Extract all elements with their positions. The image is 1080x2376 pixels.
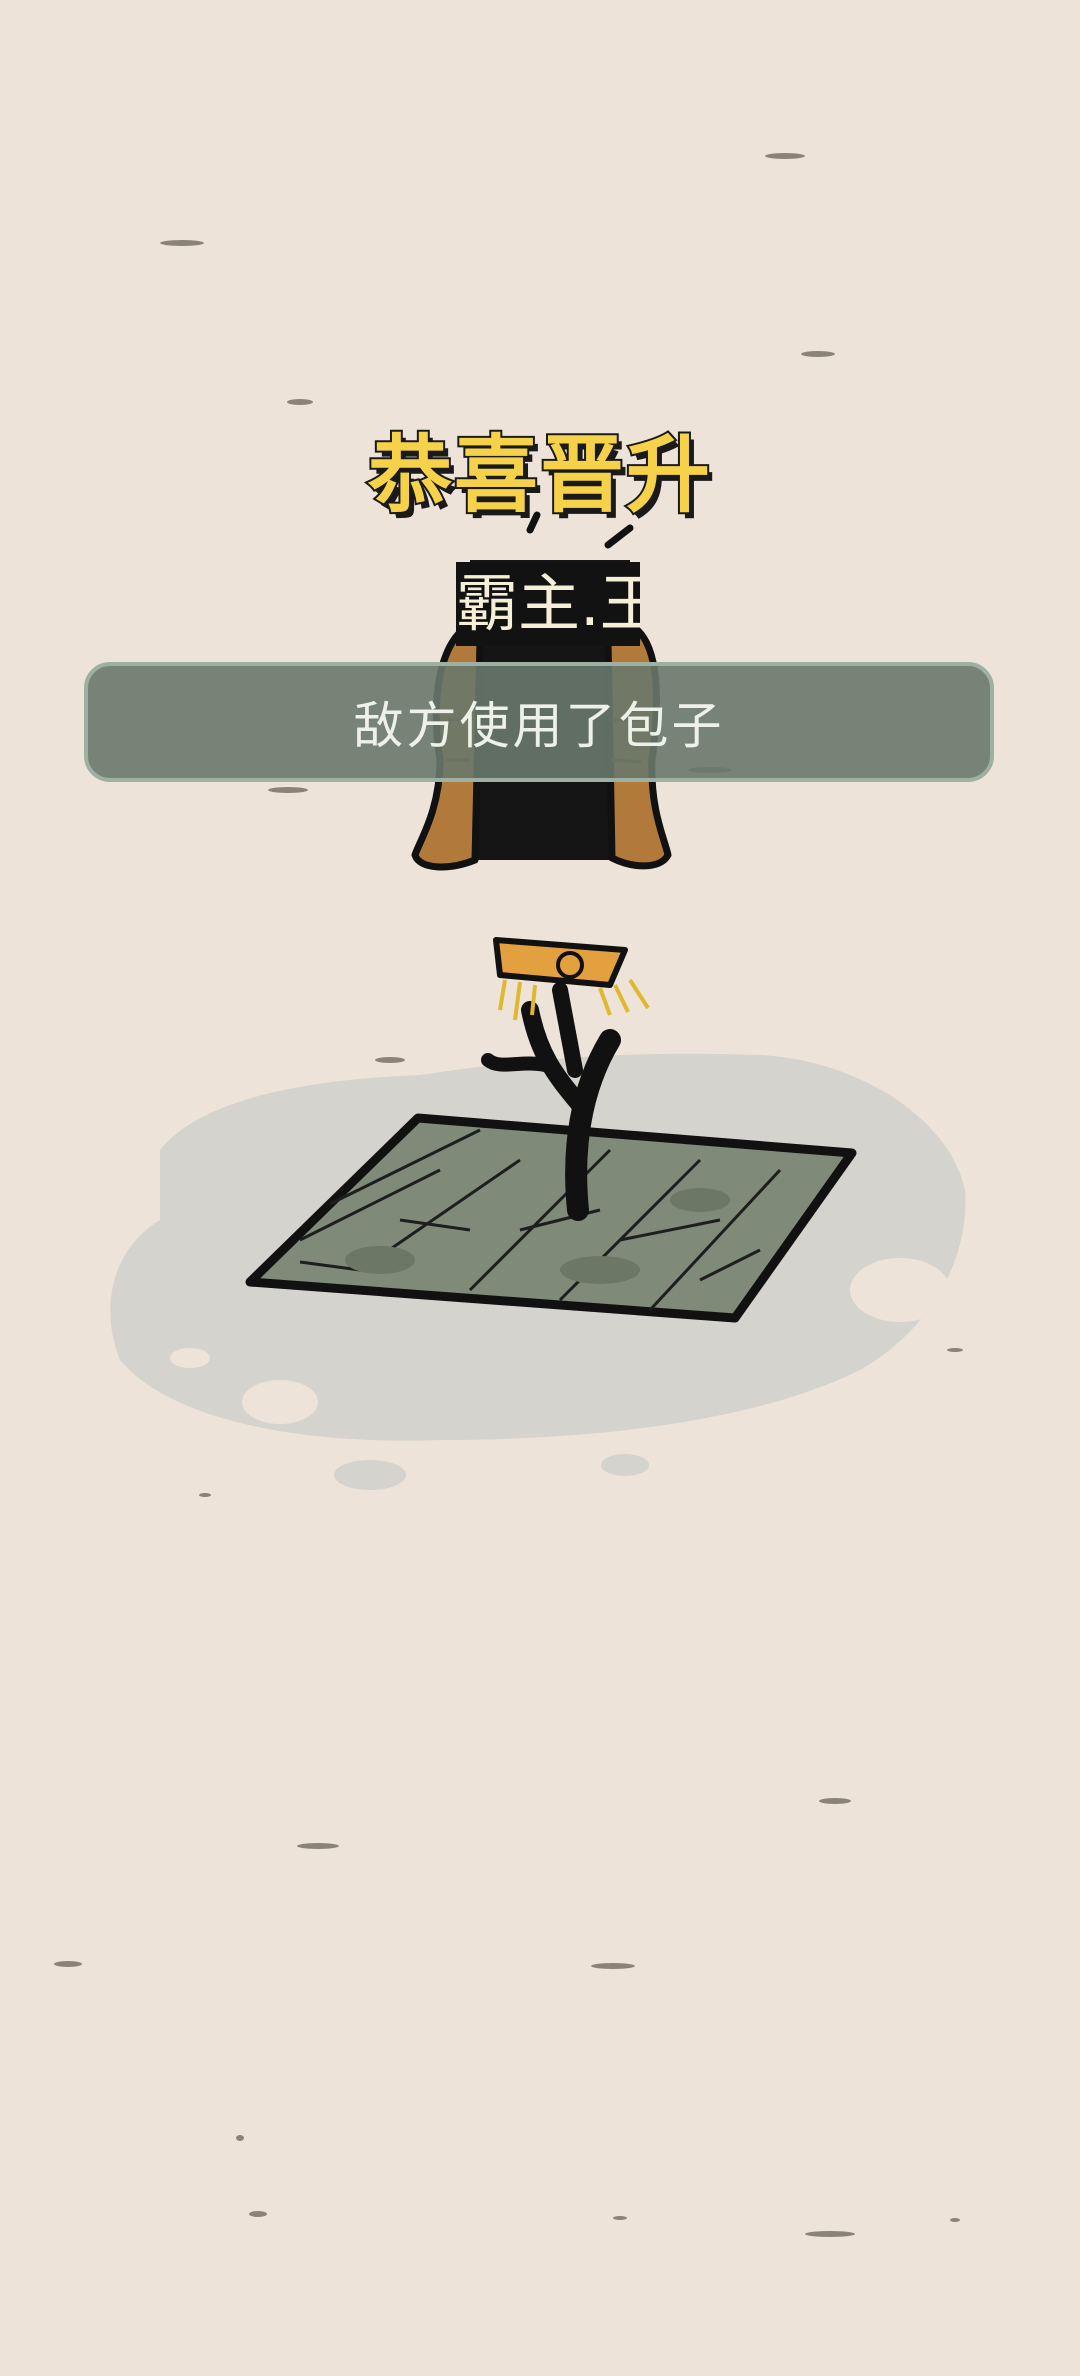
character-name-label: 霸主.王 bbox=[456, 562, 640, 646]
toast-notification: 敌方使用了包子 bbox=[84, 662, 994, 782]
promotion-title: 恭喜晋升 bbox=[366, 424, 712, 526]
toast-message: 敌方使用了包子 bbox=[353, 697, 725, 755]
game-scene bbox=[0, 0, 1080, 2376]
scene-art bbox=[54, 153, 966, 2237]
